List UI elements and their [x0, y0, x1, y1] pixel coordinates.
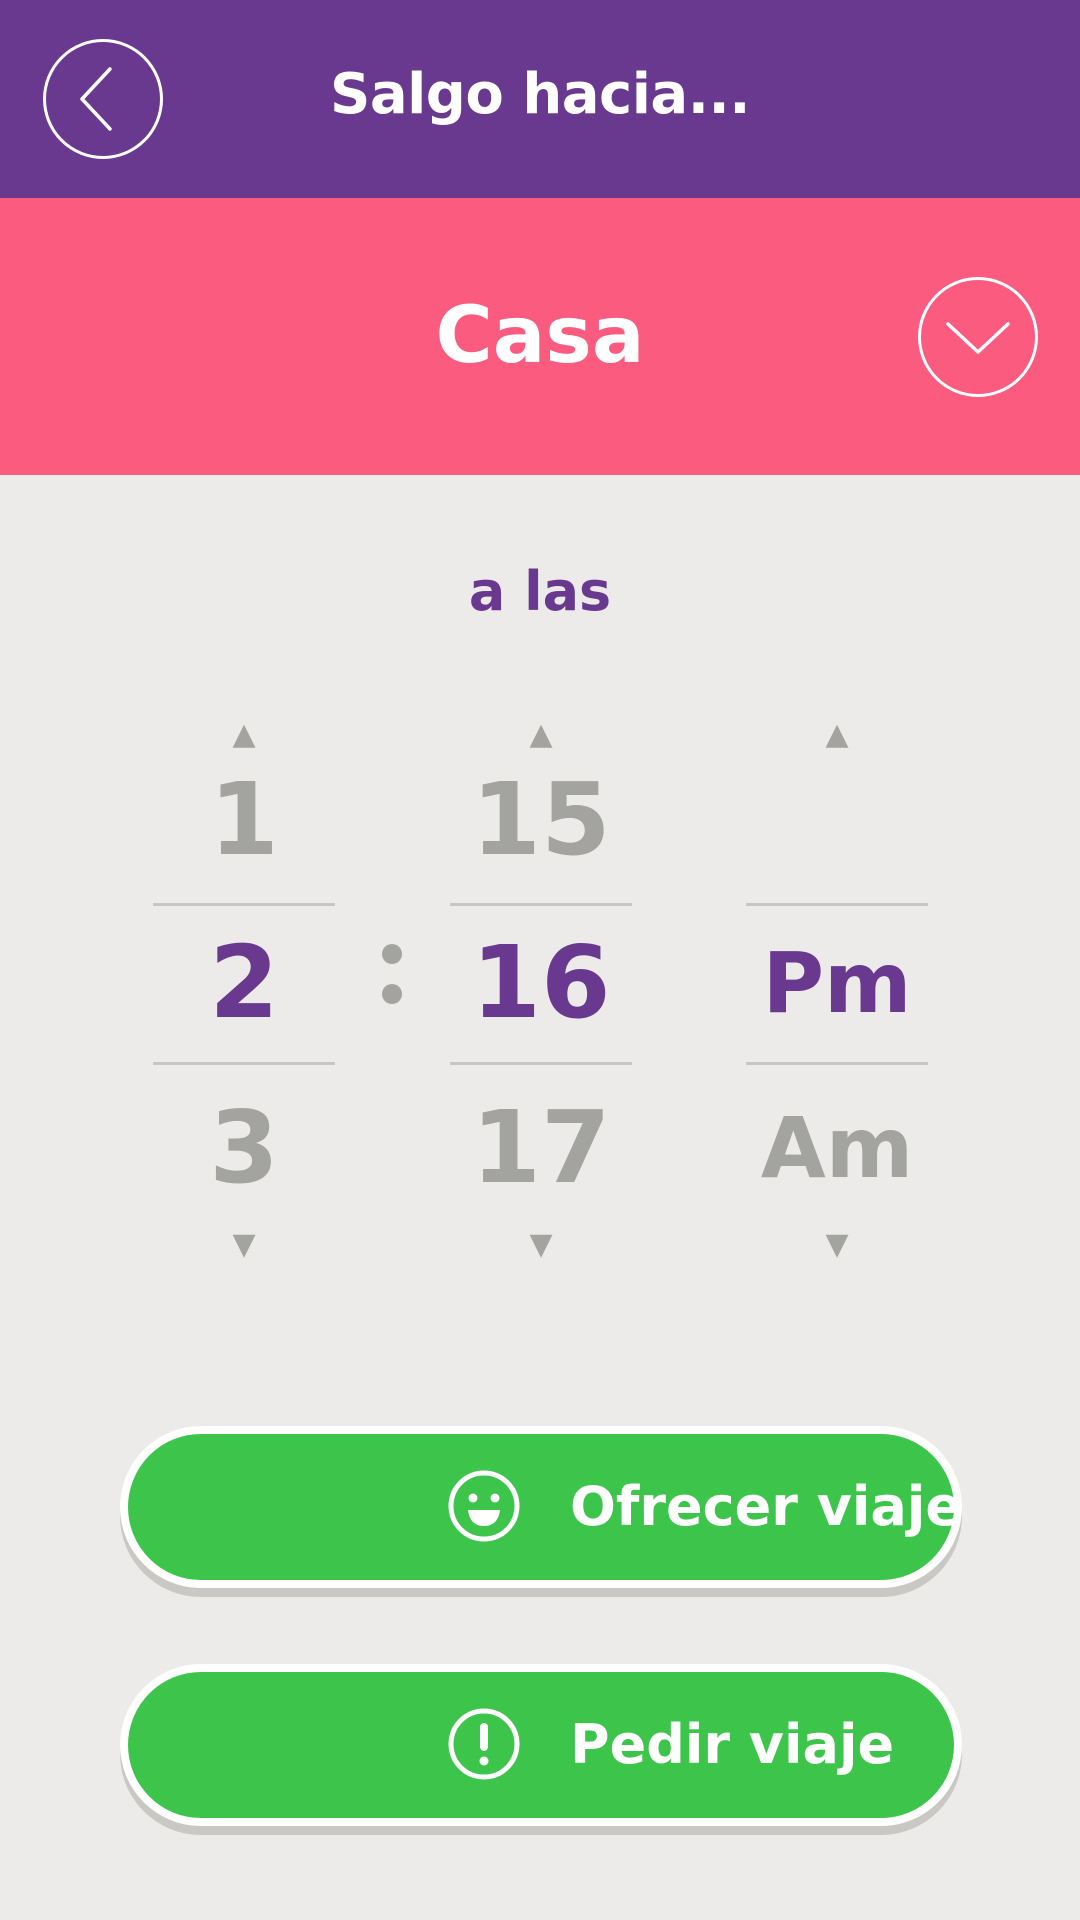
offer-ride-button[interactable]: Ofrecer viaje — [120, 1426, 962, 1588]
minute-divider-top — [450, 903, 632, 906]
period-divider-top — [746, 903, 928, 906]
minute-picker[interactable]: ▲ 15 16 17 ▼ — [450, 715, 632, 1262]
smiley-icon — [448, 1470, 520, 1542]
period-up-arrow-icon[interactable]: ▲ — [746, 715, 928, 755]
time-prompt-label: a las — [468, 560, 612, 623]
period-next-value[interactable]: Am — [746, 1088, 928, 1208]
minute-prev-value[interactable]: 15 — [450, 760, 632, 880]
top-bar: Salgo hacia... — [0, 0, 1080, 198]
request-ride-button[interactable]: Pedir viaje — [120, 1664, 962, 1826]
time-separator — [380, 940, 404, 1010]
page-title: Salgo hacia... — [329, 62, 751, 127]
hour-divider-top — [153, 903, 335, 906]
minute-down-arrow-icon[interactable]: ▼ — [450, 1225, 632, 1265]
hour-selected-value: 2 — [209, 924, 279, 1041]
hour-divider-bottom — [153, 1062, 335, 1065]
minute-selected-value: 16 — [471, 924, 611, 1041]
period-picker[interactable]: ▲ Pm Am ▼ — [746, 715, 928, 1262]
minute-next-value[interactable]: 17 — [450, 1088, 632, 1208]
minute-divider-bottom — [450, 1062, 632, 1065]
minute-up-arrow-icon[interactable]: ▲ — [450, 715, 632, 755]
period-down-arrow-icon[interactable]: ▼ — [746, 1225, 928, 1265]
hour-next-value[interactable]: 3 — [153, 1088, 335, 1208]
hour-up-arrow-icon[interactable]: ▲ — [153, 715, 335, 755]
hour-prev-value[interactable]: 1 — [153, 760, 335, 880]
destination-dropdown-button[interactable] — [918, 277, 1038, 397]
exclamation-icon — [448, 1708, 520, 1780]
period-divider-bottom — [746, 1062, 928, 1065]
period-selected-value: Pm — [762, 934, 912, 1032]
offer-ride-button-fill: Ofrecer viaje — [128, 1434, 962, 1580]
request-ride-button-fill: Pedir viaje — [128, 1672, 954, 1818]
chevron-down-icon — [946, 322, 1010, 354]
hour-down-arrow-icon[interactable]: ▼ — [153, 1225, 335, 1265]
request-ride-label: Pedir viaje — [570, 1713, 895, 1776]
hour-picker[interactable]: ▲ 1 2 3 ▼ — [153, 715, 335, 1262]
destination-selector[interactable]: Casa — [0, 198, 1080, 475]
offer-ride-label: Ofrecer viaje — [570, 1475, 963, 1538]
